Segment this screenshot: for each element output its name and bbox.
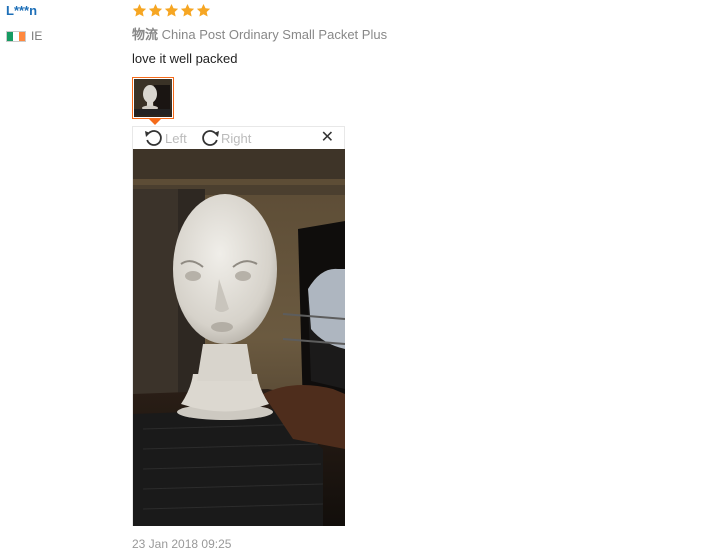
rotate-right-label: Right	[221, 130, 252, 146]
review-text: love it well packed	[132, 51, 238, 66]
review-date: 23 Jan 2018 09:25	[132, 537, 232, 551]
review-body: 物流 China Post Ordinary Small Packet Plus…	[132, 3, 692, 68]
rotate-left-button[interactable]: Left	[143, 128, 187, 148]
star-rating	[132, 3, 692, 20]
review-photo	[133, 149, 345, 526]
star-icon	[164, 3, 179, 17]
logistics-value: China Post Ordinary Small Packet Plus	[161, 27, 388, 42]
thumbnail-image	[134, 79, 172, 117]
star-icon	[180, 3, 195, 17]
rotate-right-icon	[202, 130, 219, 146]
star-icon	[148, 3, 163, 17]
logistics-label: 物流	[132, 27, 159, 42]
rotate-left-icon	[145, 130, 162, 146]
rotate-left-label: Left	[165, 130, 187, 146]
thumbnail-active-caret	[149, 119, 161, 125]
review-photo-thumbnail[interactable]	[132, 77, 174, 119]
flag-icon	[6, 30, 26, 42]
star-icon	[196, 3, 211, 17]
reviewer-country: IE	[6, 29, 116, 43]
country-code: IE	[31, 29, 43, 43]
logistics-info: 物流 China Post Ordinary Small Packet Plus	[132, 26, 692, 44]
close-icon[interactable]: ✕	[321, 130, 334, 146]
reviewer-name[interactable]: L***n	[6, 3, 116, 19]
photo-viewer: Left Right ✕	[132, 126, 345, 526]
reviewer-info: L***n IE	[6, 3, 116, 43]
viewer-toolbar: Left Right ✕	[133, 127, 344, 149]
rotate-right-button[interactable]: Right	[199, 128, 251, 148]
star-icon	[132, 3, 147, 17]
